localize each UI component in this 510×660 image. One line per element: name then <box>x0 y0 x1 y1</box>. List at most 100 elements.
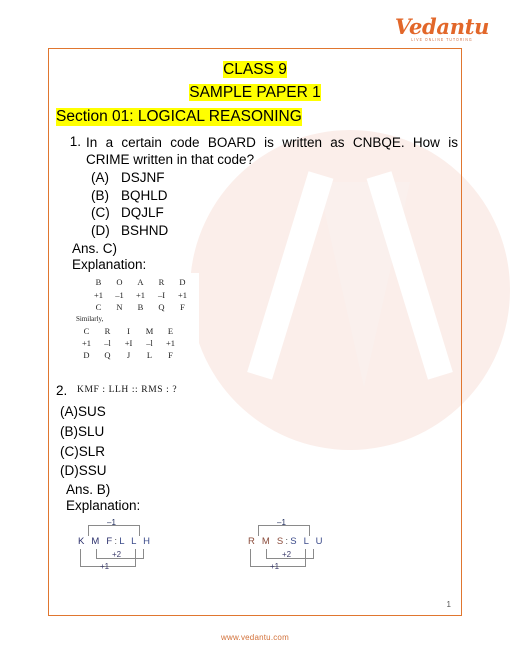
et-cell: B <box>137 302 144 313</box>
option-c-key: (C) <box>91 205 110 221</box>
document-content: CLASS 9 SAMPLE PAPER 1 Section 01: LOGIC… <box>52 52 458 612</box>
et-cell: –l <box>146 337 153 348</box>
et-cell: F <box>168 350 173 361</box>
question-2-block: 2. KMF : LLH :: RMS : ? (A)SUS (B)SLU (C… <box>52 383 458 576</box>
et-cell: +1 <box>135 289 146 300</box>
option-c-value: DQJLF <box>121 205 164 221</box>
question-2-option-b[interactable]: (B)SLU <box>60 422 458 442</box>
option-d-value: SSU <box>78 463 107 479</box>
logo-wordmark: Vedantu <box>394 14 490 39</box>
diagram-2-bottom-label: +1 <box>270 561 280 571</box>
et-cell: –I <box>157 289 166 300</box>
et-cell: A <box>137 277 144 288</box>
option-a-key: (A) <box>91 170 109 186</box>
diagram-2-letters: R M S:S L U <box>248 536 325 547</box>
rms-slu-diagram: –1 R M S:S L U +2 +1 <box>244 517 376 577</box>
explanation-row-result-2: D Q J L F <box>76 349 193 361</box>
question-1-option-a[interactable]: (A) DSJNF <box>91 169 458 187</box>
diagram-1-top-label: –1 <box>107 517 116 527</box>
question-1-option-b[interactable]: (B) BQHLD <box>91 187 458 205</box>
footer-site-link[interactable]: www.vedantu.com <box>0 633 510 642</box>
question-1-explanation-label: Explanation: <box>72 257 147 273</box>
paper-title-row: SAMPLE PAPER 1 <box>52 83 458 102</box>
diagram-1-letters: K M F:L L H <box>78 536 152 547</box>
diagram-2-top-label: –1 <box>277 517 286 527</box>
option-b-key: (B) <box>91 187 109 203</box>
explanation-similarly-label: Similarly, <box>76 315 104 324</box>
question-2-option-c[interactable]: (C)SLR <box>60 442 458 462</box>
question-1-text: In a certain code BOARD is written as CN… <box>86 134 458 168</box>
et-cell: +1 <box>81 337 92 348</box>
option-d-key: (D) <box>91 222 110 238</box>
et-cell: D <box>83 350 90 361</box>
et-cell: R <box>104 325 111 336</box>
class-title-row: CLASS 9 <box>52 60 458 79</box>
explanation-row-source: B O A R D <box>88 276 193 288</box>
section-title: Section 01: LOGICAL REASONING <box>56 107 302 126</box>
class-title: CLASS 9 <box>223 61 287 78</box>
et-cell: Q <box>104 350 111 361</box>
question-2-option-a[interactable]: (A)SUS <box>60 402 458 422</box>
option-a-value: SUS <box>78 404 106 420</box>
explanation-row-source-2: C R I M E <box>76 325 193 337</box>
option-d-value: BSHND <box>121 222 169 238</box>
section-title-row: Section 01: LOGICAL REASONING <box>52 103 458 126</box>
et-cell: +1 <box>93 289 104 300</box>
question-2-option-d[interactable]: (D)SSU <box>60 461 458 481</box>
explanation-row-shift-2: +1 –l +I –l +1 <box>76 337 193 349</box>
option-c-key: (C) <box>60 443 79 459</box>
explanation-row-shift: +1 –1 +1 –I +1 <box>88 289 193 301</box>
et-cell: C <box>83 325 90 336</box>
diagram-2-left-group: R M S <box>248 535 286 547</box>
question-1-block: 1. In a certain code BOARD is written as… <box>52 134 458 366</box>
et-cell: R <box>158 277 165 288</box>
et-cell: E <box>167 325 174 336</box>
option-b-value: BQHLD <box>121 187 168 203</box>
et-cell: D <box>179 277 186 288</box>
question-1-answer: Ans. C) <box>72 241 118 257</box>
option-b-key: (B) <box>60 424 78 440</box>
question-2-stem: KMF : LLH :: RMS : ? <box>72 383 184 398</box>
et-cell: J <box>126 350 131 361</box>
diagram-2-right-group: S L U <box>290 535 325 547</box>
question-2-head: 2. KMF : LLH :: RMS : ? <box>56 383 458 398</box>
question-2-number: 2. <box>56 383 68 399</box>
et-cell: F <box>180 302 185 313</box>
page-number: 1 <box>446 600 451 609</box>
explanation-row-result: C N B Q F <box>88 301 193 313</box>
et-cell: Q <box>158 302 165 313</box>
logo-tagline: LIVE ONLINE TUTORING <box>411 37 473 43</box>
vedantu-logo: Vedantu LIVE ONLINE TUTORING <box>392 16 492 42</box>
et-cell: M <box>145 325 154 336</box>
option-b-value: SLU <box>78 424 105 440</box>
question-1-option-d[interactable]: (D) BSHND <box>91 222 458 240</box>
question-2-answer: Ans. B) <box>66 481 111 497</box>
question-1-row: 1. In a certain code BOARD is written as… <box>66 134 458 169</box>
et-cell: +1 <box>177 289 188 300</box>
et-cell: +1 <box>165 337 176 348</box>
et-cell: O <box>116 277 123 288</box>
option-a-key: (A) <box>60 404 78 420</box>
et-cell: –1 <box>115 289 124 300</box>
question-2-options: (A)SUS (B)SLU (C)SLR (D)SSU <box>56 402 458 480</box>
et-cell: I <box>127 325 130 336</box>
question-2-explanation-label: Explanation: <box>66 497 141 513</box>
et-cell: +I <box>124 337 133 348</box>
question-1-options: (A) DSJNF (B) BQHLD (C) DQJLF (D) BSHND <box>66 169 458 239</box>
question-2-diagrams: –1 K M F:L L H +2 +1 –1 R M S:S L U +2 +… <box>56 517 458 577</box>
diagram-1-bottom-label: +1 <box>100 561 110 571</box>
et-cell: L <box>146 350 153 361</box>
et-cell: B <box>95 277 102 288</box>
kmf-llh-diagram: –1 K M F:L L H +2 +1 <box>74 517 206 577</box>
question-1-explanation-table: B O A R D +1 –1 +1 –I +1 C N B Q F Simil… <box>72 273 199 366</box>
question-1-option-c[interactable]: (C) DQJLF <box>91 204 458 222</box>
option-d-key: (D) <box>60 463 79 479</box>
et-cell: C <box>95 302 102 313</box>
option-a-value: DSJNF <box>121 170 165 186</box>
option-c-value: SLR <box>78 443 106 459</box>
et-cell: N <box>116 302 123 313</box>
question-1-number: 1. <box>69 133 81 149</box>
paper-title: SAMPLE PAPER 1 <box>189 84 321 102</box>
et-cell: –l <box>104 337 111 348</box>
diagram-1-left-group: K M F <box>78 535 115 547</box>
